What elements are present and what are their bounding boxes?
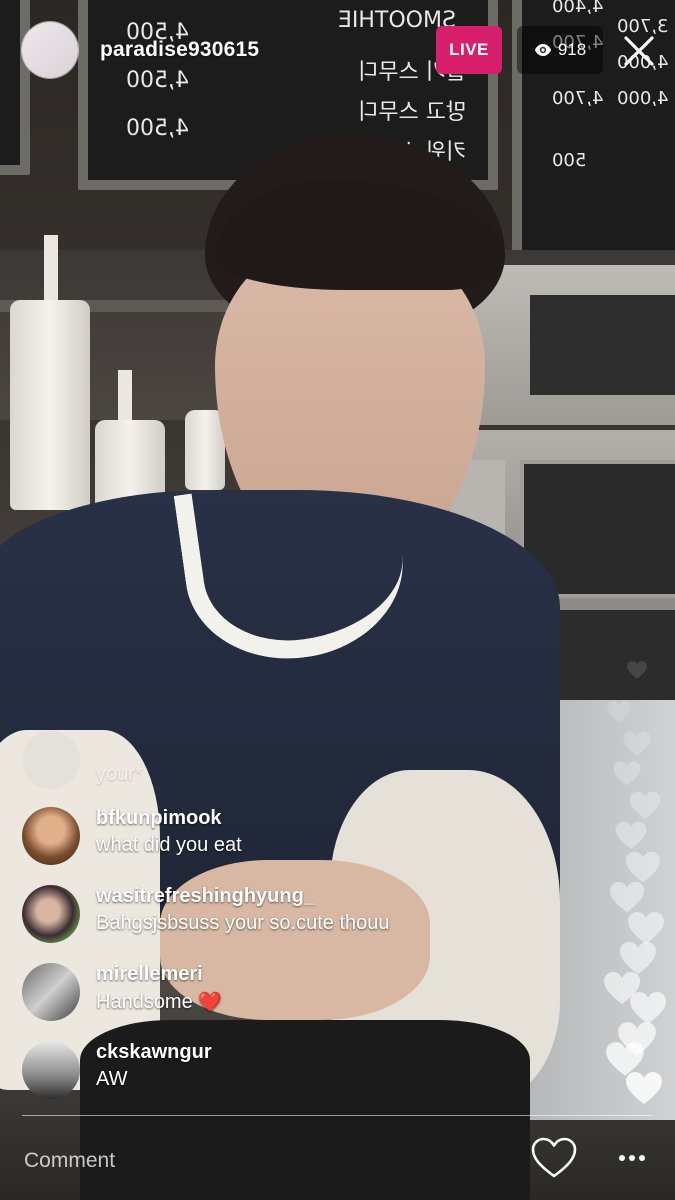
live-badge: LIVE xyxy=(436,26,502,74)
comment-text: your* xyxy=(96,763,143,785)
floating-heart-icon xyxy=(627,661,647,679)
comment-text: what did you eat xyxy=(96,834,242,856)
comment-username[interactable]: mirellemeri xyxy=(96,963,203,986)
comment-item: bfkunpimook what did you eat xyxy=(22,805,582,883)
more-dots-icon[interactable] xyxy=(612,1140,652,1176)
floating-heart-icon xyxy=(607,701,631,723)
comment-username[interactable]: bfkunpimook xyxy=(96,807,222,830)
commenter-avatar[interactable] xyxy=(22,885,80,943)
comment-input[interactable] xyxy=(22,1140,506,1182)
viewer-count: 918 xyxy=(557,40,587,59)
live-stream-screen: SMOOTHIE 4,500 4,500 4,500 딸기 스무디 망고 스무디… xyxy=(0,0,675,1200)
commenter-avatar[interactable] xyxy=(22,807,80,865)
comment-username[interactable]: wasitrefreshinghyung_ xyxy=(96,885,315,908)
floating-heart-icon xyxy=(613,761,641,786)
floating-hearts xyxy=(598,660,668,1110)
comment-item: your* xyxy=(22,731,582,805)
floating-heart-icon xyxy=(626,1072,662,1104)
host-username[interactable]: paradise930615 xyxy=(100,38,259,62)
comment-text: Bahgsjsbsuss your so.cute thouu xyxy=(96,912,390,934)
red-heart-emoji: ❤️ xyxy=(198,992,222,1013)
comment-item: ckskawngur AW xyxy=(22,1039,582,1117)
close-icon[interactable] xyxy=(620,32,658,70)
floating-heart-icon xyxy=(623,731,651,756)
comment-text-content: Handsome xyxy=(96,991,193,1013)
floating-heart-icon xyxy=(615,821,647,849)
floating-heart-icon xyxy=(629,791,661,819)
comment-text: AW xyxy=(96,1068,128,1090)
heart-outline-icon[interactable] xyxy=(530,1136,578,1180)
comment-text: Handsome ❤️ xyxy=(96,990,222,1014)
commenter-avatar[interactable] xyxy=(22,963,80,1021)
comment-username[interactable]: ckskawngur xyxy=(96,1041,212,1064)
commenter-avatar[interactable] xyxy=(22,731,80,789)
footer-divider xyxy=(22,1115,653,1116)
eye-icon xyxy=(534,44,551,56)
comment-feed: your* bfkunpimook what did you eat wasit… xyxy=(22,731,582,1117)
comment-item: mirellemeri Handsome ❤️ xyxy=(22,961,582,1039)
viewer-count-badge[interactable]: 918 xyxy=(517,26,603,74)
comment-item: wasitrefreshinghyung_ Bahgsjsbsuss your … xyxy=(22,883,582,961)
commenter-avatar[interactable] xyxy=(22,1041,80,1099)
top-bar: paradise930615 LIVE 918 xyxy=(0,0,675,100)
host-avatar[interactable] xyxy=(22,22,78,78)
